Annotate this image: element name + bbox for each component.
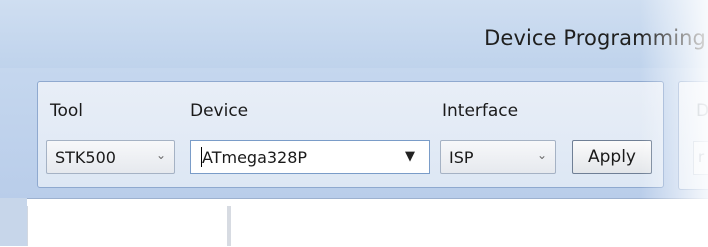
chevron-down-icon[interactable]: ⌄ — [537, 148, 547, 162]
device-value: ATmega328P — [202, 148, 308, 167]
pane-splitter[interactable] — [227, 206, 231, 246]
device-programming-window: Device Programming Tool Device Interface… — [0, 0, 708, 247]
device-combobox[interactable]: ATmega328P ▼ — [190, 140, 430, 174]
title-bar: Device Programming — [0, 0, 708, 68]
next-group-label: D — [696, 101, 708, 121]
apply-button[interactable]: Apply — [572, 140, 652, 174]
device-label: Device — [190, 101, 249, 121]
content-left-edge — [0, 198, 27, 246]
chevron-down-icon[interactable]: ⌄ — [156, 148, 166, 162]
interface-value: ISP — [449, 148, 474, 167]
tool-combobox[interactable]: STK500 ⌄ — [46, 140, 175, 174]
next-group-value: r — [698, 148, 705, 166]
next-group-field[interactable]: r — [693, 141, 708, 175]
interface-label: Interface — [442, 101, 519, 121]
window-title: Device Programming — [484, 26, 706, 50]
tool-value: STK500 — [55, 148, 116, 167]
tool-label: Tool — [50, 101, 84, 121]
tool-device-interface-group: Tool Device Interface STK500 ⌄ ATmega328… — [37, 81, 664, 188]
left-pane — [27, 206, 228, 246]
dropdown-arrow-icon[interactable]: ▼ — [405, 149, 415, 164]
interface-combobox[interactable]: ISP ⌄ — [440, 140, 556, 174]
